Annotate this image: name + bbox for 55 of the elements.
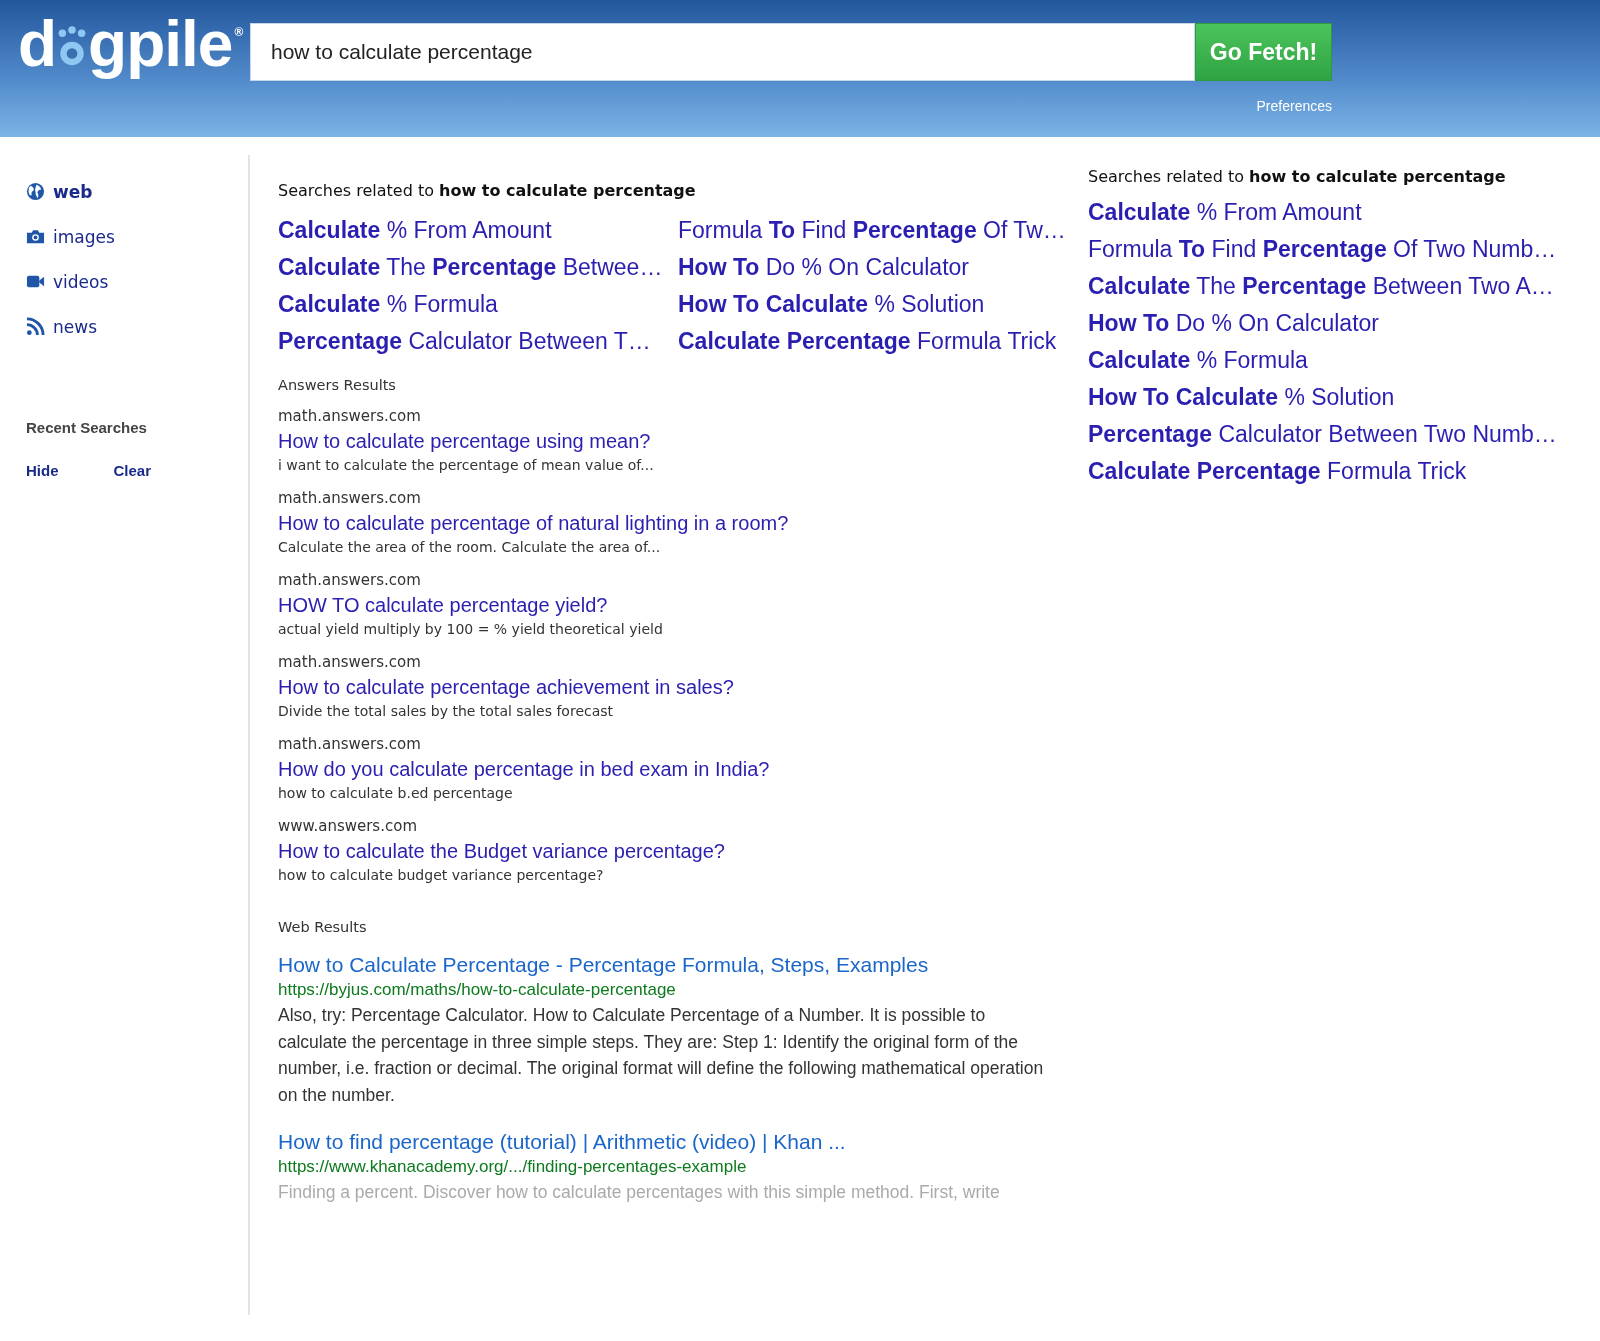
answer-snippet: how to calculate b.ed percentage (278, 785, 514, 801)
related-searches-heading: Searches related to how to calculate percentage (278, 181, 697, 200)
answer-snippet: how to calculate budget variance percentage? (278, 867, 605, 883)
result-url: https://www.khanacademy.org/.../finding-percentages-example (278, 1157, 748, 1177)
answer-title-link[interactable]: HOW TO calculate percentage yield? (278, 594, 1060, 617)
result-snippet: Finding a percent. Discover how to calculate percentages with this simple method. First, write (278, 1181, 1001, 1204)
related-search-link[interactable]: Calculate The Percentage Between Two A… (1088, 268, 1557, 305)
sidebar-item[interactable]: videos (26, 259, 109, 304)
answer-title-link[interactable]: How to calculate percentage achievement in sales? (278, 676, 1060, 699)
related-search-link[interactable]: Calculate % From Amount (278, 216, 678, 244)
result-domain: www.answers.com (278, 817, 418, 835)
result-snippet: Also, try: Percentage Calculator. How to Calculate Percentage of a Number. It is possible to calculate the percentage in three simple steps. They are: Step 1: Identify the original form of the number, i.e. fraction or decimal. The original format will define the following mathematical operation on the number. (278, 1004, 1045, 1107)
answer-title-link[interactable]: How do you calculate percentage in bed exam in India? (278, 758, 1060, 781)
related-search-link[interactable]: Formula To Find Percentage Of Two Numb… (1088, 231, 1557, 268)
globe-icon (26, 182, 45, 201)
answer-title-link[interactable]: How to calculate percentage of natural lighting in a room? (278, 512, 1060, 535)
answer-title-link[interactable]: How to calculate percentage using mean? (278, 430, 1060, 453)
related-search-link[interactable]: How To Calculate % Solution (678, 290, 1068, 318)
sidebar-item[interactable]: images (26, 214, 115, 259)
result-domain: math.answers.com (278, 653, 422, 671)
result-domain: math.answers.com (278, 407, 422, 425)
related-search-link[interactable]: Calculate Percentage Formula Trick (1088, 453, 1557, 490)
related-search-link[interactable]: How To Do % On Calculator (1088, 305, 1557, 342)
section-heading: Answers Results (278, 377, 397, 393)
answer-title-link[interactable]: How to calculate the Budget variance percentage? (278, 840, 1060, 863)
related-search-link[interactable]: Calculate % From Amount (1088, 194, 1557, 231)
camera-icon (26, 227, 45, 246)
result-title-link[interactable]: How to Calculate Percentage - Percentage Formula, Steps, Examples (278, 953, 1060, 977)
recent-searches-link[interactable]: Clear (113, 462, 152, 479)
related-search-link[interactable]: Formula To Find Percentage Of Tw… (678, 216, 1068, 244)
answer-snippet: Calculate the area of the room. Calculate the area of... (278, 539, 662, 555)
search-field[interactable]: how to calculate percentage (250, 23, 1195, 81)
related-search-link[interactable]: Calculate % Formula (278, 290, 678, 318)
result-url: https://byjus.com/maths/how-to-calculate-percentage (278, 980, 677, 1000)
related-search-link[interactable]: Calculate The Percentage Betwee… (278, 253, 678, 281)
rss-icon (26, 317, 45, 336)
answer-snippet: Divide the total sales by the total sales forecast (278, 703, 615, 719)
related-searches-heading: Searches related to how to calculate percentage (1088, 167, 1507, 186)
result-domain: math.answers.com (278, 571, 422, 589)
answer-snippet: i want to calculate the percentage of mean value of... (278, 457, 655, 473)
related-search-link[interactable]: Calculate Percentage Formula Trick (678, 327, 1068, 355)
recent-searches-heading: Recent Searches (26, 419, 147, 436)
result-domain: math.answers.com (278, 735, 422, 753)
section-heading: Web Results (278, 919, 368, 935)
related-search-link[interactable]: Percentage Calculator Between Two Numb… (1088, 416, 1557, 453)
answer-snippet: actual yield multiply by 100 = % yield theoretical yield (278, 621, 664, 637)
recent-searches-link[interactable]: Hide (26, 462, 59, 479)
related-search-link[interactable]: How To Calculate % Solution (1088, 379, 1557, 416)
sidebar-item[interactable]: web (26, 169, 93, 214)
related-search-link[interactable]: Percentage Calculator Between T… (278, 327, 678, 355)
related-search-link[interactable]: How To Do % On Calculator (678, 253, 1068, 281)
sidebar-item[interactable]: news (26, 304, 97, 349)
related-search-link[interactable]: Calculate % Formula (1088, 342, 1557, 379)
result-title-link[interactable]: How to find percentage (tutorial) | Arithmetic (video) | Khan ... (278, 1130, 1060, 1154)
result-domain: math.answers.com (278, 489, 422, 507)
